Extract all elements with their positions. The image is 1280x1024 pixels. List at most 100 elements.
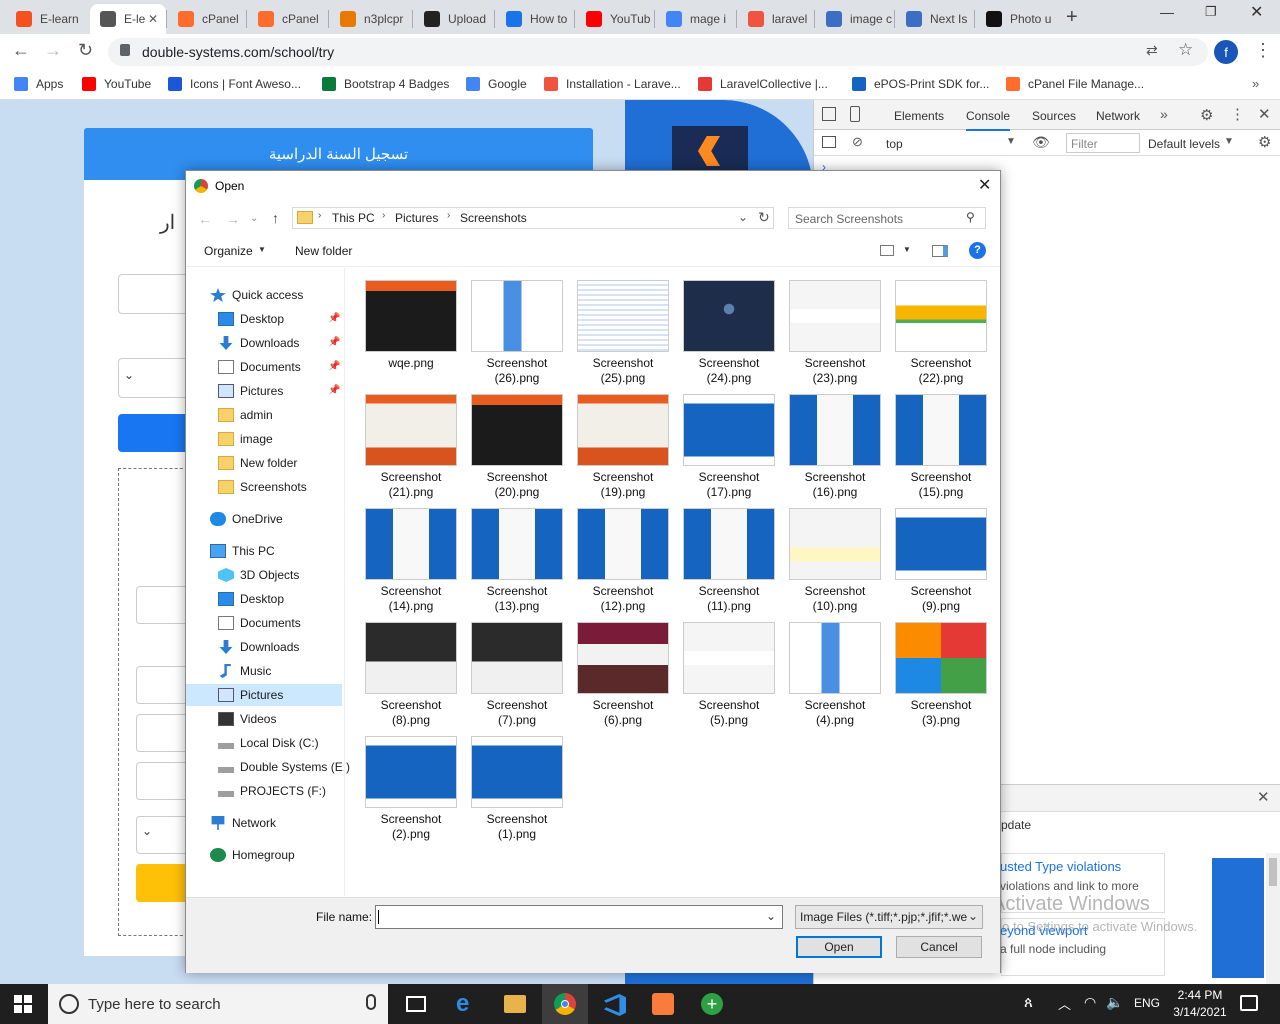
bookmark-item[interactable]: cPanel File Manage...: [1006, 77, 1144, 91]
file-name-label[interactable]: Screenshot (1).png: [464, 812, 570, 842]
pin-icon[interactable]: 📌: [328, 337, 340, 348]
file-name-label[interactable]: Screenshot (19).png: [570, 470, 676, 500]
devtools-tab[interactable]: Elements: [894, 109, 944, 123]
browser-tab[interactable]: YouTub: [576, 4, 654, 34]
kebab-menu-icon[interactable]: ⋮: [1230, 105, 1245, 123]
file-thumbnail[interactable]: [365, 508, 457, 580]
bookmark-item[interactable]: LaravelCollective |...: [698, 77, 828, 91]
file-thumbnail[interactable]: [683, 280, 775, 352]
cancel-button[interactable]: Cancel: [896, 936, 982, 958]
bookmark-item[interactable]: Bootstrap 4 Badges: [322, 77, 449, 91]
file-name-label[interactable]: Screenshot (17).png: [676, 470, 782, 500]
file-type-select[interactable]: Image Files (*.tiff;*.pjp;*.jfif;*.we: [795, 905, 983, 929]
edge-icon[interactable]: e: [456, 990, 469, 1018]
up-arrow-icon[interactable]: ↑: [272, 210, 279, 226]
chevron-down-icon[interactable]: ⌄: [766, 909, 776, 923]
nav-item[interactable]: Local Disk (C:): [218, 736, 319, 750]
nav-item[interactable]: Desktop: [218, 592, 284, 606]
minimize-window-button[interactable]: —: [1160, 4, 1174, 20]
nav-item[interactable]: This PC: [210, 544, 275, 558]
close-window-button[interactable]: ✕: [1250, 2, 1263, 22]
bookmark-item[interactable]: Installation - Larave...: [544, 77, 681, 91]
maximize-window-button[interactable]: ❐: [1205, 4, 1217, 20]
nav-item[interactable]: Pictures: [218, 384, 283, 398]
nav-item[interactable]: Music: [218, 664, 271, 678]
file-name-input[interactable]: [375, 905, 783, 929]
file-thumbnail[interactable]: [895, 508, 987, 580]
file-thumbnail[interactable]: [895, 280, 987, 352]
log-levels-dropdown[interactable]: Default levels: [1148, 137, 1220, 151]
console-filter-input[interactable]: Filter: [1066, 133, 1140, 153]
file-thumbnail[interactable]: [789, 508, 881, 580]
browser-tab[interactable]: E-learn: [6, 4, 86, 34]
file-thumbnail[interactable]: [471, 736, 563, 808]
nav-item[interactable]: Homegroup: [210, 848, 295, 862]
browser-tab[interactable]: Photo u: [976, 4, 1054, 34]
nav-item[interactable]: Double Systems (E:): [218, 760, 350, 774]
file-name-label[interactable]: Screenshot (21).png: [358, 470, 464, 500]
file-name-label[interactable]: Screenshot (9).png: [888, 584, 994, 614]
xampp-icon[interactable]: [652, 993, 674, 1015]
close-devtools-icon[interactable]: ✕: [1258, 105, 1271, 123]
devtools-tab[interactable]: Console: [966, 109, 1011, 131]
file-thumbnail[interactable]: [577, 508, 669, 580]
breadcrumb-this-pc[interactable]: This PC: [332, 211, 375, 225]
back-arrow-icon[interactable]: ←: [198, 211, 212, 227]
nav-item[interactable]: Documents: [218, 616, 301, 630]
nav-item[interactable]: Quick access: [210, 288, 303, 302]
pin-icon[interactable]: 📌: [328, 361, 340, 372]
browser-tab[interactable]: cPanel: [248, 4, 328, 34]
file-thumbnail[interactable]: [577, 622, 669, 694]
browser-tab[interactable]: mage i: [656, 4, 736, 34]
close-drawer-icon[interactable]: ✕: [1257, 788, 1270, 806]
device-toggle-icon[interactable]: [850, 106, 860, 122]
clock-date[interactable]: 3/14/2021: [1166, 1005, 1234, 1019]
file-name-label[interactable]: Screenshot (5).png: [676, 698, 782, 728]
pin-icon[interactable]: 📌: [328, 385, 340, 396]
close-tab-icon[interactable]: ✕: [148, 12, 158, 26]
nav-item[interactable]: Network: [210, 816, 276, 830]
file-name-label[interactable]: Screenshot (12).png: [570, 584, 676, 614]
more-tabs-icon[interactable]: »: [1160, 106, 1168, 122]
volume-icon[interactable]: 🔈: [1106, 994, 1123, 1011]
breadcrumb-pictures[interactable]: Pictures: [395, 211, 438, 225]
file-name-label[interactable]: Screenshot (25).png: [570, 356, 676, 386]
bookmark-item[interactable]: Icons | Font Aweso...: [168, 77, 301, 91]
clock-time[interactable]: 2:44 PM: [1170, 988, 1230, 1002]
chevron-down-icon[interactable]: ⌄: [738, 210, 748, 224]
microphone-icon[interactable]: [366, 994, 376, 1010]
file-name-label[interactable]: Screenshot (16).png: [782, 470, 888, 500]
breadcrumb-screenshots[interactable]: Screenshots: [460, 211, 527, 225]
inspect-element-icon[interactable]: [822, 107, 836, 121]
bookmark-item[interactable]: Apps: [14, 77, 63, 91]
open-button[interactable]: Open: [796, 936, 882, 958]
chevron-down-icon[interactable]: ▼: [903, 245, 911, 254]
file-thumbnail[interactable]: [471, 280, 563, 352]
context-selector[interactable]: top: [886, 137, 903, 151]
clear-console-icon[interactable]: ⊘: [852, 134, 863, 150]
console-settings-gear-icon[interactable]: ⚙: [1258, 133, 1271, 151]
file-name-label[interactable]: Screenshot (2).png: [358, 812, 464, 842]
view-options-icon[interactable]: [880, 245, 894, 256]
file-thumbnail[interactable]: [577, 394, 669, 466]
menu-icon[interactable]: ⋮: [1254, 40, 1272, 61]
search-screenshots-input[interactable]: Search Screenshots: [788, 207, 986, 229]
file-thumbnail[interactable]: [365, 622, 457, 694]
file-name-label[interactable]: Screenshot (10).png: [782, 584, 888, 614]
nav-item[interactable]: Pictures: [218, 688, 283, 702]
browser-tab[interactable]: image c: [816, 4, 894, 34]
file-thumbnail[interactable]: [365, 736, 457, 808]
nav-item[interactable]: Videos: [218, 712, 276, 726]
file-thumbnail[interactable]: [789, 394, 881, 466]
scrollbar-thumb[interactable]: [1269, 858, 1277, 886]
file-name-label[interactable]: Screenshot (8).png: [358, 698, 464, 728]
file-thumbnail[interactable]: [365, 280, 457, 352]
new-tab-button[interactable]: +: [1066, 6, 1078, 29]
forward-arrow-icon[interactable]: →: [226, 211, 240, 227]
file-thumbnail[interactable]: [471, 508, 563, 580]
browser-tab[interactable]: n3plcpr: [330, 4, 412, 34]
file-name-label[interactable]: Screenshot (6).png: [570, 698, 676, 728]
more-bookmarks-icon[interactable]: »: [1252, 76, 1259, 91]
nav-item[interactable]: Screenshots: [218, 480, 307, 494]
file-name-label[interactable]: Screenshot (22).png: [888, 356, 994, 386]
